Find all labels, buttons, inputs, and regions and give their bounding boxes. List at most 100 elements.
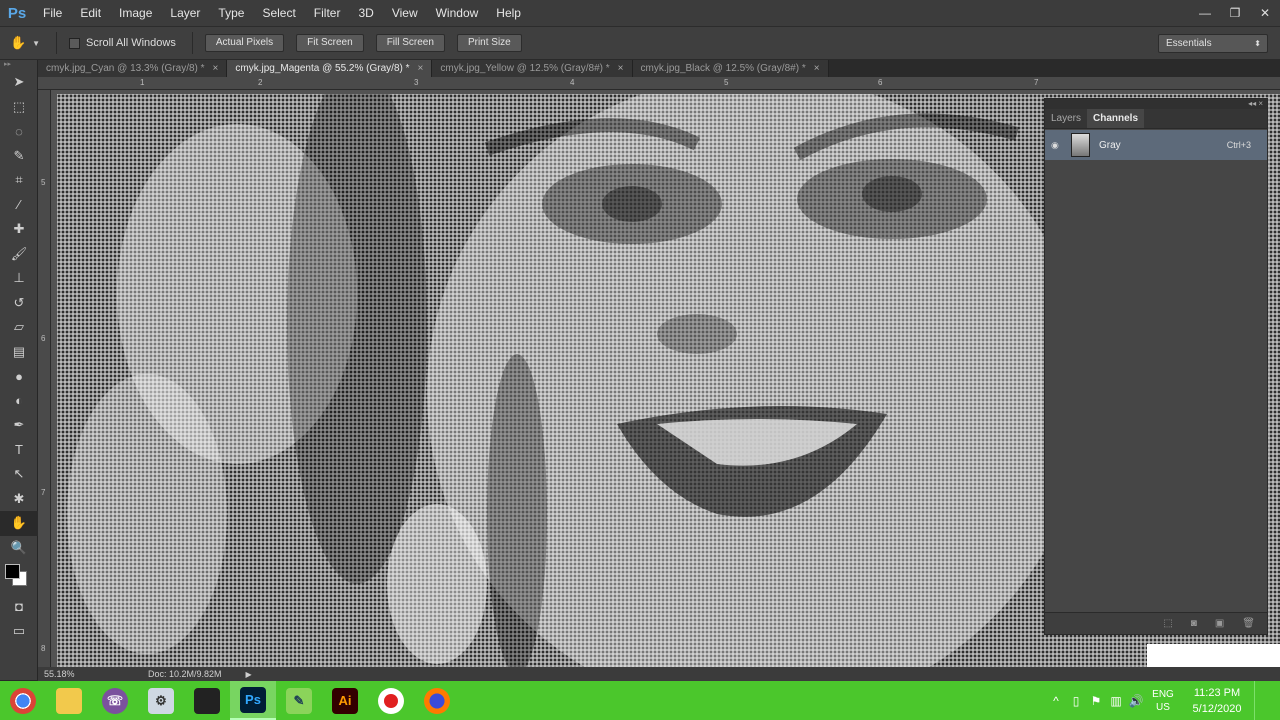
zoom-icon[interactable]: 🔍 [0,536,38,561]
toolbox: ▸▸ ➤ ⬚ ◌ ✎ ⌗ ⁄ ✚ 🖌 ⊥ ↺ ▱ ▤ ● ◐ ✒ T ↖ ✱ ✋… [0,60,38,680]
tab-layers[interactable]: Layers [1045,109,1087,128]
stamp-icon[interactable]: ⊥ [0,266,38,291]
pen-icon[interactable]: ✒ [0,413,38,438]
input-language[interactable]: ENG US [1146,688,1180,714]
ruler-label: 6 [41,334,46,343]
close-icon[interactable]: × [814,60,820,77]
divider [191,32,193,54]
menu-edit[interactable]: Edit [71,0,110,26]
tab-magenta[interactable]: cmyk.jpg_Magenta @ 55.2% (Gray/8) * × [227,60,433,77]
quick-select-icon[interactable]: ✎ [0,144,38,169]
volume-icon[interactable]: 🔊 [1126,694,1146,708]
eraser-icon[interactable]: ▱ [0,315,38,340]
menu-file[interactable]: File [34,0,71,26]
trash-icon[interactable]: 🗑 [1242,618,1255,629]
network-status-icon[interactable]: ▥ [1106,694,1126,708]
close-button[interactable]: ✕ [1250,0,1280,26]
blur-icon[interactable]: ● [0,364,38,389]
tab-label: cmyk.jpg_Magenta @ 55.2% (Gray/8) * [235,63,410,74]
flag-icon[interactable]: ⚑ [1086,694,1106,708]
actual-pixels-button[interactable]: Actual Pixels [204,34,285,52]
hand-icon[interactable]: ✋ [0,511,38,536]
ruler-label: 3 [414,78,419,87]
tab-channels[interactable]: Channels [1087,109,1145,128]
firefox-icon[interactable] [414,681,460,720]
fit-screen-button[interactable]: Fit Screen [296,34,364,52]
zoom-level[interactable]: 55.18% [38,669,88,679]
network-icon[interactable]: ⚙ [138,681,184,720]
tab-label: cmyk.jpg_Black @ 12.5% (Gray/8#) * [640,63,806,74]
dark-app-icon[interactable] [184,681,230,720]
menu-type[interactable]: Type [209,0,253,26]
tab-cyan[interactable]: cmyk.jpg_Cyan @ 13.3% (Gray/8) * × [38,60,228,77]
close-icon[interactable]: × [418,60,424,77]
menu-filter[interactable]: Filter [305,0,350,26]
menu-window[interactable]: Window [427,0,488,26]
illustrator-icon[interactable]: Ai [322,681,368,720]
lang-code: ENG [1152,688,1174,700]
photoshop-logo: Ps [7,4,27,22]
print-size-button[interactable]: Print Size [456,34,522,52]
new-channel-icon[interactable]: ▣ [1215,618,1224,629]
crop-icon[interactable]: ⌗ [0,168,38,193]
pencil-app-icon[interactable]: ✎ [276,681,322,720]
screen-mode-icon[interactable]: ▭ [0,619,38,644]
gradient-icon[interactable]: ▤ [0,340,38,365]
lang-region: US [1156,701,1170,713]
load-selection-icon[interactable]: ⬚ [1163,618,1172,629]
checkbox-box[interactable] [69,37,80,49]
close-icon[interactable]: × [618,60,624,77]
ruler-label: 7 [41,488,46,497]
tab-yellow[interactable]: cmyk.jpg_Yellow @ 12.5% (Gray/8#) * × [432,60,633,77]
quick-mask-icon[interactable]: ◘ [0,594,38,619]
close-icon[interactable]: × [213,60,219,77]
toolbox-grip-icon[interactable]: ▸▸ [0,60,37,70]
photoshop-window: Ps File Edit Image Layer Type Select Fil… [0,0,1280,720]
move-icon[interactable]: ➤ [0,70,38,95]
foreground-color-swatch[interactable] [5,564,20,579]
minimize-button[interactable]: — [1190,0,1220,26]
menu-help[interactable]: Help [487,0,530,26]
ruler-label: 5 [724,78,729,87]
fill-screen-button[interactable]: Fill Screen [375,34,445,52]
ruler-label: 7 [1034,78,1039,87]
viber-icon[interactable]: ☏ [92,681,138,720]
menu-select[interactable]: Select [253,0,304,26]
clock[interactable]: 11:23 PM 5/12/2020 [1180,685,1254,717]
lasso-icon[interactable]: ◌ [0,119,38,144]
scroll-all-windows-checkbox[interactable]: Scroll All Windows [69,37,176,49]
menu-view[interactable]: View [383,0,427,26]
explorer-icon[interactable] [46,681,92,720]
workspace-switcher[interactable]: Essentials ⬍ [1158,34,1268,53]
menu-3d[interactable]: 3D [349,0,382,26]
type-icon[interactable]: T [0,438,38,463]
system-tray: ^ ▯ ⚑ ▥ 🔊 ENG US 11:23 PM 5/12/2020 [1046,681,1280,720]
ruler-label: 5 [41,178,46,187]
horizontal-ruler: 1 2 3 4 5 6 7 [38,77,1280,90]
show-desktop-button[interactable] [1254,681,1280,720]
restore-button[interactable]: ❐ [1220,0,1250,26]
play-icon[interactable]: ▶ [246,670,252,679]
device-icon[interactable]: ▯ [1066,694,1086,708]
chrome-icon[interactable] [0,681,46,720]
menu-layer[interactable]: Layer [161,0,209,26]
eyedropper-icon[interactable]: ⁄ [0,193,38,218]
save-selection-icon[interactable]: ◙ [1191,618,1197,629]
panel-collapse-icon[interactable]: ◂◂ × [1045,99,1267,109]
eye-icon[interactable]: ◉ [1051,140,1063,151]
dodge-icon[interactable]: ◐ [0,389,38,414]
record-icon[interactable] [368,681,414,720]
shape-icon[interactable]: ✱ [0,487,38,512]
menu-image[interactable]: Image [110,0,161,26]
path-select-icon[interactable]: ↖ [0,462,38,487]
healing-icon[interactable]: ✚ [0,217,38,242]
photoshop-icon[interactable]: Ps [230,681,276,720]
show-hidden-icons-icon[interactable]: ^ [1046,694,1066,708]
tool-preset-picker[interactable]: ✋ ▼ [0,26,50,60]
tab-black[interactable]: cmyk.jpg_Black @ 12.5% (Gray/8#) * × [632,60,829,77]
history-brush-icon[interactable]: ↺ [0,291,38,316]
channel-row-gray[interactable]: ◉ Gray Ctrl+3 [1045,130,1267,160]
marquee-icon[interactable]: ⬚ [0,95,38,120]
brush-icon[interactable]: 🖌 [0,242,38,267]
chevron-updown-icon: ⬍ [1254,39,1261,48]
